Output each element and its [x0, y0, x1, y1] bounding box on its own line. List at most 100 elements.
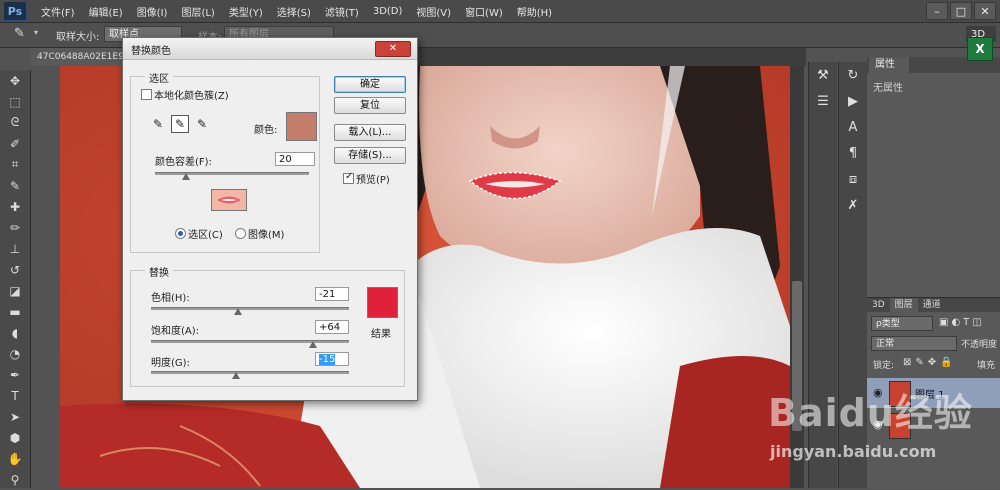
layer-filter-icons[interactable]: ▣◐T◫ [939, 317, 985, 328]
history-icon[interactable]: ↻ [839, 62, 867, 88]
type-tool-icon[interactable]: T [0, 385, 30, 406]
gradient-tool-icon[interactable]: ▬ [0, 301, 30, 322]
hue-input[interactable]: -21 [315, 287, 349, 301]
menu-window[interactable]: 窗口(W) [465, 4, 503, 19]
character-icon[interactable]: A [839, 114, 867, 140]
eyedropper-tool-icon[interactable]: ✎ [14, 26, 25, 41]
menu-file[interactable]: 文件(F) [41, 4, 75, 19]
lightness-label: 明度(G): [151, 358, 190, 369]
brush-panel-icon[interactable]: ✗ [839, 192, 867, 218]
blur-tool-icon[interactable]: ◖ [0, 322, 30, 343]
dialog-title: 替换颜色 [131, 46, 171, 57]
actions-play-icon[interactable]: ▶ [839, 88, 867, 114]
hue-label: 色相(H): [151, 293, 190, 304]
color-label: 颜色: [254, 125, 278, 136]
reset-button[interactable]: 复位 [334, 97, 406, 114]
clone-stamp-icon[interactable]: ⊥ [0, 238, 30, 259]
lightness-slider-track[interactable] [151, 371, 349, 374]
view-image-radio[interactable] [235, 228, 246, 239]
menu-type[interactable]: 类型(Y) [229, 4, 263, 19]
view-selection-radio[interactable] [175, 228, 186, 239]
layer-filter-select[interactable]: ρ类型 [871, 316, 933, 331]
menu-layer[interactable]: 图层(L) [181, 4, 214, 19]
menu-select[interactable]: 选择(S) [277, 4, 311, 19]
dodge-tool-icon[interactable]: ◔ [0, 343, 30, 364]
load-button[interactable]: 载入(L)... [334, 124, 406, 141]
marquee-tool-icon[interactable]: ⬚ [0, 91, 30, 112]
clone-source-icon[interactable]: ⧈ [839, 166, 867, 192]
hue-slider-track[interactable] [151, 307, 349, 310]
selection-group-title: 选区 [145, 70, 173, 85]
healing-brush-icon[interactable]: ✚ [0, 196, 30, 217]
eyedropper-icon[interactable]: ✎ [0, 175, 30, 196]
blend-mode-select[interactable]: 正常 [871, 336, 957, 351]
menu-filter[interactable]: 滤镜(T) [325, 4, 359, 19]
selection-group: 选区 本地化颜色簇(Z) ✎ ✎ ✎ 颜色: 颜色容差(F): 20 选区(C)… [130, 70, 320, 253]
pen-tool-icon[interactable]: ✒ [0, 364, 30, 385]
move-tool-icon[interactable]: ✥ [0, 70, 30, 91]
opacity-label: 不透明度 [961, 340, 998, 350]
menu-image[interactable]: 图像(I) [137, 4, 168, 19]
dialog-close-button[interactable]: ✕ [375, 41, 411, 57]
eyedropper-add-icon[interactable]: ✎ [171, 115, 189, 133]
menu-3d[interactable]: 3D(D) [373, 6, 403, 17]
no-properties-text: 无属性 [873, 83, 903, 94]
fuzziness-slider-thumb[interactable] [181, 173, 190, 180]
save-button[interactable]: 存储(S)... [334, 147, 406, 164]
saturation-value: +64 [319, 322, 341, 333]
hue-slider-thumb[interactable] [234, 308, 243, 315]
crop-tool-icon[interactable]: ⌗ [0, 154, 30, 175]
minimize-button[interactable]: – [926, 2, 948, 20]
tool-presets-icon[interactable]: ⚒ [809, 62, 837, 88]
excel-app-icon[interactable]: X [967, 37, 993, 61]
lightness-input[interactable]: -15 [315, 352, 349, 366]
zoom-tool-icon[interactable]: ⚲ [0, 469, 30, 490]
eyedropper-subtract-icon[interactable]: ✎ [193, 115, 211, 133]
baidu-jingyan-watermark: Baidu经验 jingyan.baidu.com [768, 382, 1000, 488]
shape-tool-icon[interactable]: ⬢ [0, 427, 30, 448]
tool-preset-chevron-icon[interactable]: ▾ [34, 28, 38, 37]
selection-preview-mask [212, 190, 246, 210]
path-selection-icon[interactable]: ➤ [0, 406, 30, 427]
tab-channels[interactable]: 通道 [918, 298, 946, 312]
view-selection-label: 选区(C) [188, 230, 223, 241]
fuzziness-slider-track[interactable] [155, 172, 309, 175]
maximize-button[interactable]: □ [950, 2, 972, 20]
result-label: 结果 [371, 329, 391, 340]
preview-checkbox[interactable]: ✓ [343, 171, 354, 184]
eyedropper-icon[interactable]: ✎ [149, 115, 167, 133]
quick-selection-tool-icon[interactable]: ✐ [0, 133, 30, 154]
result-color-swatch[interactable] [367, 287, 398, 318]
eraser-tool-icon[interactable]: ◪ [0, 280, 30, 301]
properties-tab[interactable]: 属性 [869, 57, 909, 73]
selection-preview-thumbnail [211, 189, 247, 211]
tab-layers[interactable]: 图层 [889, 298, 918, 312]
preview-check-mark: ✓ [345, 171, 354, 182]
menu-help[interactable]: 帮助(H) [517, 4, 552, 19]
dialog-title-bar[interactable]: 替换颜色 ✕ [123, 38, 417, 60]
tools-panel: ✥ ⬚ ᘓ ✐ ⌗ ✎ ✚ ✏ ⊥ ↺ ◪ ▬ ◖ ◔ ✒ T ➤ ⬢ ✋ ⚲ [0, 70, 31, 488]
localized-clusters-checkbox[interactable] [141, 89, 152, 100]
layer-filter-value: ρ类型 [876, 319, 900, 329]
sample-color-swatch[interactable] [286, 112, 317, 141]
adjustments-icon[interactable]: ☰ [809, 88, 837, 114]
paragraph-icon[interactable]: ¶ [839, 140, 867, 166]
history-brush-icon[interactable]: ↺ [0, 259, 30, 280]
brush-tool-icon[interactable]: ✏ [0, 217, 30, 238]
menu-edit[interactable]: 编辑(E) [89, 4, 123, 19]
close-window-button[interactable]: ✕ [974, 2, 996, 20]
replace-color-dialog: 替换颜色 ✕ 选区 本地化颜色簇(Z) ✎ ✎ ✎ 颜色: 颜色容差(F): 2… [122, 37, 418, 401]
replacement-group: 替换 色相(H): -21 饱和度(A): +64 明度(G): -15 结果 [130, 264, 405, 387]
lock-icons[interactable]: ⊠✎✥🔒 [903, 357, 957, 368]
hand-tool-icon[interactable]: ✋ [0, 448, 30, 469]
lightness-slider-thumb[interactable] [232, 372, 241, 379]
saturation-slider-thumb[interactable] [309, 341, 318, 348]
fuzziness-input[interactable]: 20 [275, 152, 315, 166]
menu-view[interactable]: 视图(V) [416, 4, 451, 19]
saturation-input[interactable]: +64 [315, 320, 349, 334]
preview-label: 预览(P) [356, 175, 390, 186]
tab-3d[interactable]: 3D [867, 298, 890, 312]
ok-button[interactable]: 确定 [334, 76, 406, 93]
lasso-tool-icon[interactable]: ᘓ [0, 112, 30, 133]
saturation-slider-track[interactable] [151, 340, 349, 343]
